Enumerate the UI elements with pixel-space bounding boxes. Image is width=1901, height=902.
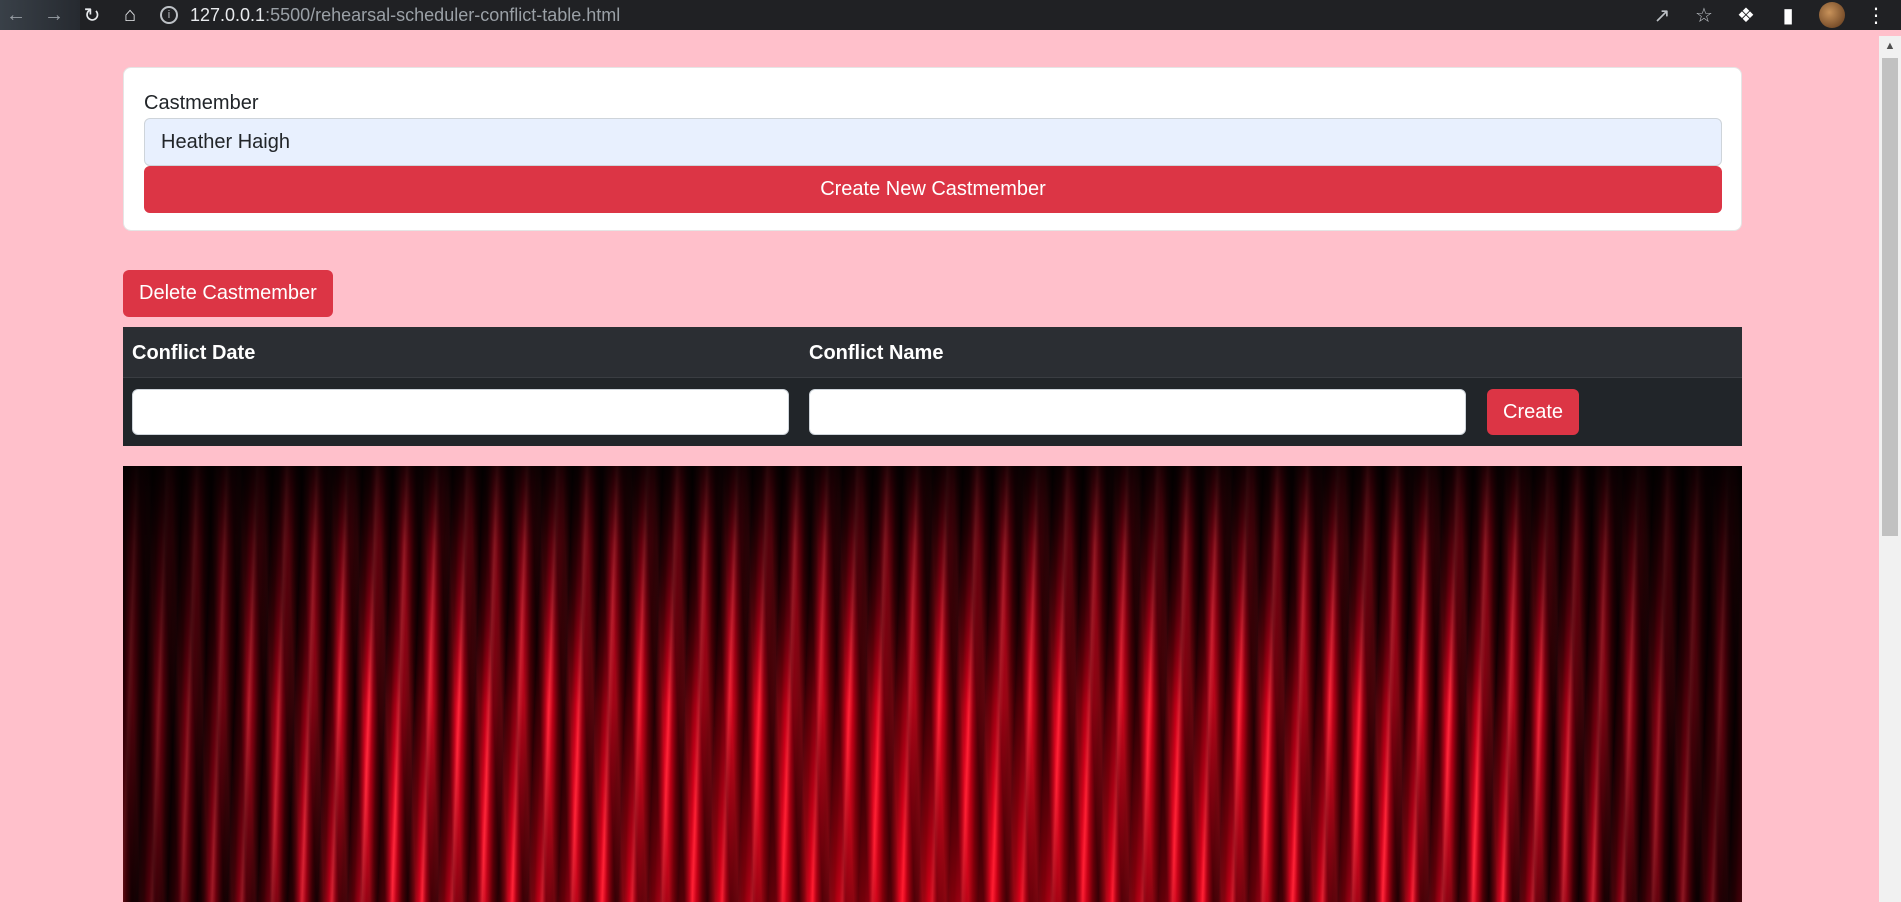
back-icon[interactable]: ← [2, 1, 30, 29]
info-icon[interactable]: i [160, 6, 178, 24]
browser-toolbar: ← → ↻ ⌂ i 127.0.0.1:5500/rehearsal-sched… [0, 0, 1901, 30]
new-conflict-row: Create [123, 377, 1742, 446]
conflict-date-input[interactable] [132, 389, 789, 435]
conflict-name-input[interactable] [809, 389, 1466, 435]
castmember-label: Castmember [144, 92, 259, 114]
extensions-icon[interactable]: ❖ [1735, 3, 1757, 28]
scroll-up-icon[interactable]: ▲ [1879, 36, 1901, 56]
castmember-card: Castmember Heather Haigh Create New Cast… [123, 67, 1742, 231]
create-castmember-button[interactable]: Create New Castmember [144, 166, 1722, 213]
delete-castmember-button[interactable]: Delete Castmember [123, 270, 333, 317]
header-conflict-name: Conflict Name [809, 342, 944, 364]
profile-avatar[interactable] [1819, 2, 1845, 28]
header-conflict-date: Conflict Date [132, 342, 256, 364]
conflict-table-header: Conflict Date Conflict Name [123, 327, 1742, 377]
share-icon[interactable]: ↗ [1651, 3, 1673, 28]
forward-icon[interactable]: → [40, 1, 68, 29]
sidebar-icon[interactable]: ▮ [1777, 3, 1799, 28]
castmember-input[interactable]: Heather Haigh [144, 118, 1722, 166]
stage-curtain-image [123, 466, 1742, 902]
scrollbar-thumb[interactable] [1882, 58, 1898, 536]
create-conflict-button[interactable]: Create [1487, 389, 1580, 435]
star-icon[interactable]: ☆ [1693, 3, 1715, 28]
url-host: 127.0.0.1 [190, 4, 266, 25]
menu-icon[interactable]: ⋮ [1865, 3, 1887, 28]
url-path: :5500/rehearsal-scheduler-conflict-table… [265, 4, 621, 25]
address-bar[interactable]: i 127.0.0.1:5500/rehearsal-scheduler-con… [160, 0, 1620, 30]
reload-icon[interactable]: ↻ [78, 1, 106, 29]
home-icon[interactable]: ⌂ [116, 1, 144, 29]
